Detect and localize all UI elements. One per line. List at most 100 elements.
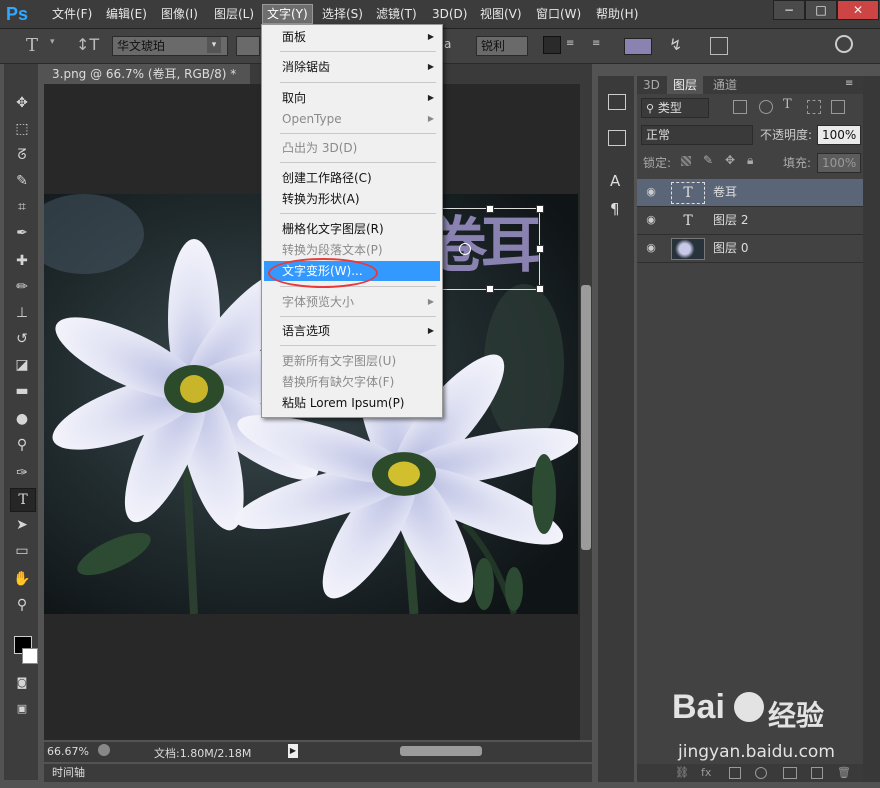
- menu-edit[interactable]: 编辑(E): [102, 5, 151, 23]
- gradient-icon[interactable]: ▬: [10, 380, 34, 402]
- horizontal-scroll-thumb[interactable]: [400, 746, 482, 756]
- minimize-button[interactable]: −: [773, 0, 805, 20]
- history-brush-icon[interactable]: ↺: [10, 328, 34, 350]
- close-window-button[interactable]: ✕: [837, 0, 879, 20]
- layer-row[interactable]: ◉ 图层 0: [637, 235, 863, 263]
- timeline-panel[interactable]: 时间轴: [44, 764, 592, 782]
- brush-tool-icon[interactable]: ✏: [10, 276, 34, 298]
- type-tool-icon[interactable]: T: [10, 488, 36, 512]
- filter-smart-icon[interactable]: [831, 100, 845, 114]
- add-mask-icon[interactable]: [729, 767, 741, 779]
- actions-panel-icon[interactable]: [608, 130, 626, 146]
- eyedropper-icon[interactable]: ✒: [10, 222, 34, 244]
- new-group-icon[interactable]: [783, 767, 797, 779]
- menu-item-convert-to-shape[interactable]: 转换为形状(A): [264, 189, 440, 209]
- transform-handle[interactable]: [486, 205, 494, 213]
- align-center-icon[interactable]: ≡: [566, 38, 582, 50]
- zoom-tool-icon[interactable]: ⚲: [10, 594, 34, 616]
- fill-input[interactable]: 100%: [817, 153, 861, 173]
- transform-handle[interactable]: [486, 285, 494, 293]
- menu-item-paste-lorem-ipsum[interactable]: 粘贴 Lorem Ipsum(P): [264, 393, 440, 413]
- font-style-select[interactable]: [236, 36, 260, 56]
- layer-row[interactable]: ◉ T 图层 2: [637, 207, 863, 235]
- blend-mode-select[interactable]: 正常: [641, 125, 753, 145]
- filter-adjust-icon[interactable]: [759, 100, 773, 114]
- blur-icon[interactable]: ●: [10, 408, 34, 430]
- layer-row[interactable]: ◉ T 卷耳: [637, 179, 863, 207]
- menu-layer[interactable]: 图层(L): [210, 5, 258, 23]
- text-transform-box[interactable]: 卷耳: [427, 205, 544, 293]
- status-menu-icon[interactable]: [98, 744, 110, 756]
- menu-image[interactable]: 图像(I): [157, 5, 202, 23]
- screen-mode-icon[interactable]: ▣: [10, 698, 34, 720]
- menu-help[interactable]: 帮助(H): [592, 5, 642, 23]
- layer-name[interactable]: 图层 0: [713, 235, 748, 262]
- menu-window[interactable]: 窗口(W): [532, 5, 585, 23]
- menu-item-panels[interactable]: 面板 ▶: [264, 27, 440, 47]
- document-tab[interactable]: 3.png @ 66.7% (卷耳, RGB/8) * ×: [44, 64, 250, 101]
- menu-type[interactable]: 文字(Y): [262, 4, 313, 24]
- adjustment-layer-icon[interactable]: [755, 767, 767, 779]
- marquee-tool-icon[interactable]: ⬚: [10, 118, 34, 140]
- antialias-select[interactable]: 锐利: [476, 36, 528, 56]
- opacity-input[interactable]: 100%: [817, 125, 861, 145]
- lock-all-icon[interactable]: 🔒︎: [747, 153, 753, 168]
- filter-type-icon[interactable]: T: [783, 97, 792, 112]
- hand-tool-icon[interactable]: ✋: [10, 568, 34, 590]
- healing-brush-icon[interactable]: ✚: [10, 250, 34, 272]
- eraser-icon[interactable]: ◪: [10, 354, 34, 376]
- align-left-icon[interactable]: [543, 36, 561, 54]
- new-layer-icon[interactable]: [811, 767, 823, 779]
- menu-item-language-options[interactable]: 语言选项 ▶: [264, 321, 440, 341]
- cancel-icon[interactable]: [835, 35, 853, 53]
- eye-icon[interactable]: ◉: [643, 213, 659, 227]
- menu-filter[interactable]: 滤镜(T): [372, 5, 421, 23]
- menu-3d[interactable]: 3D(D): [428, 5, 471, 23]
- menu-file[interactable]: 文件(F): [48, 5, 96, 23]
- status-arrow-icon[interactable]: ▶: [288, 744, 298, 758]
- transform-handle[interactable]: [536, 285, 544, 293]
- pen-tool-icon[interactable]: ✑: [10, 462, 34, 484]
- move-tool-icon[interactable]: ✥: [10, 92, 34, 114]
- path-select-icon[interactable]: ➤: [10, 514, 34, 536]
- vertical-scroll-thumb[interactable]: [581, 285, 591, 550]
- paragraph-panel-icon[interactable]: ¶: [610, 200, 620, 218]
- layer-name[interactable]: 卷耳: [713, 179, 737, 206]
- panel-menu-icon[interactable]: ≡: [845, 78, 853, 89]
- align-right-icon[interactable]: ≡: [592, 38, 608, 50]
- menu-view[interactable]: 视图(V): [476, 5, 526, 23]
- menu-item-orientation[interactable]: 取向 ▶: [264, 88, 440, 108]
- transform-center-icon[interactable]: [459, 243, 471, 255]
- quick-select-icon[interactable]: ✎: [10, 170, 34, 192]
- menu-item-rasterize-type[interactable]: 栅格化文字图层(R): [264, 219, 440, 239]
- lock-transparency-icon[interactable]: [681, 156, 691, 166]
- character-panel-icon[interactable]: A: [610, 172, 620, 190]
- tab-channels[interactable]: 通道: [707, 76, 743, 94]
- tab-layers[interactable]: 图层: [667, 76, 704, 94]
- text-color-swatch[interactable]: [624, 38, 652, 55]
- dodge-icon[interactable]: ⚲: [10, 434, 34, 456]
- maximize-button[interactable]: □: [805, 0, 837, 20]
- lasso-tool-icon[interactable]: ᘔ: [10, 144, 34, 166]
- chevron-down-icon[interactable]: ▾: [50, 37, 55, 47]
- history-panel-icon[interactable]: [608, 94, 626, 110]
- chevron-down-icon[interactable]: ▾: [207, 37, 221, 53]
- filter-shape-icon[interactable]: [807, 100, 821, 114]
- layer-filter-select[interactable]: ⚲ 类型: [641, 98, 709, 118]
- background-color-swatch[interactable]: [22, 648, 38, 664]
- eye-icon[interactable]: ◉: [643, 241, 659, 255]
- filter-pixel-icon[interactable]: [733, 100, 747, 114]
- transform-handle[interactable]: [536, 205, 544, 213]
- menu-item-create-work-path[interactable]: 创建工作路径(C): [264, 168, 440, 188]
- type-tool-preset-icon[interactable]: T: [26, 35, 38, 56]
- rectangle-tool-icon[interactable]: ▭: [10, 540, 34, 562]
- warp-text-icon[interactable]: ↯: [669, 35, 682, 54]
- timeline-tab[interactable]: 时间轴: [44, 766, 85, 779]
- layer-name[interactable]: 图层 2: [713, 207, 748, 234]
- menu-item-antialias[interactable]: 消除锯齿 ▶: [264, 57, 440, 77]
- lock-position-icon[interactable]: ✥: [725, 153, 735, 167]
- transform-handle[interactable]: [536, 245, 544, 253]
- menu-select[interactable]: 选择(S): [318, 5, 367, 23]
- tab-3d[interactable]: 3D: [637, 76, 666, 94]
- lock-pixels-icon[interactable]: ✎: [703, 153, 713, 167]
